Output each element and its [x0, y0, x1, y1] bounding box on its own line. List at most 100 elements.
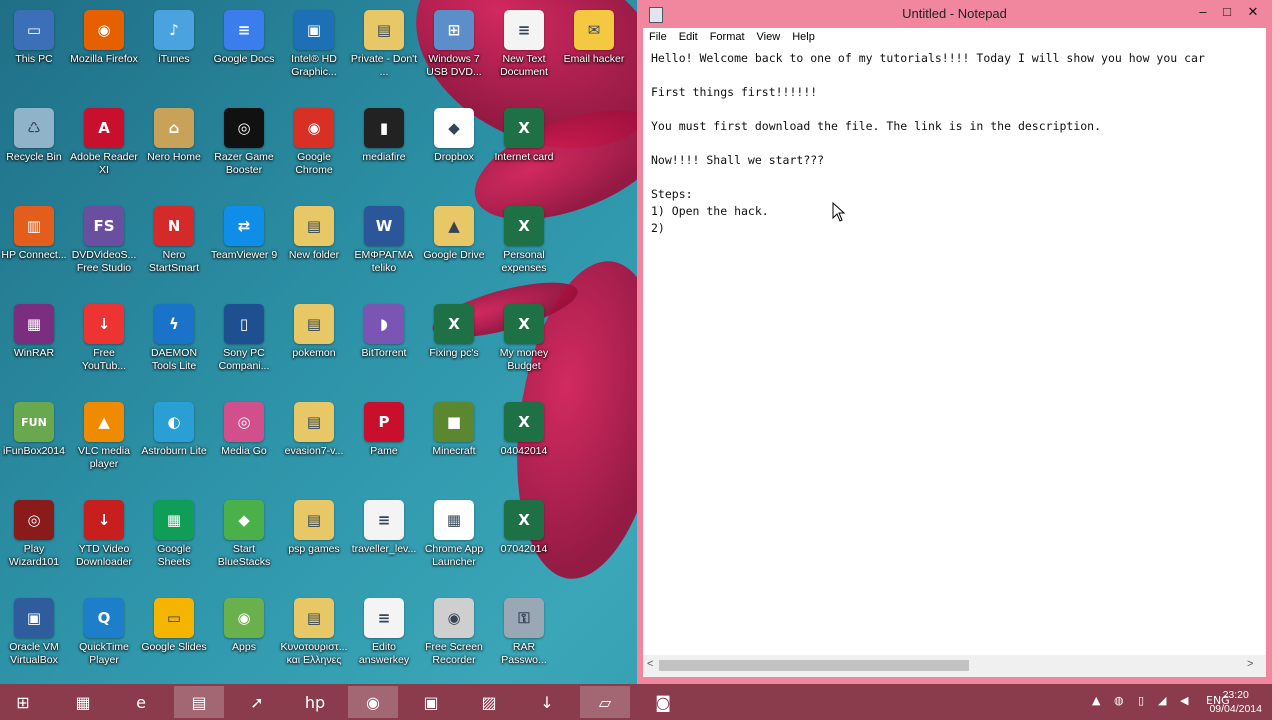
- text-editor-area[interactable]: Hello! Welcome back to one of my tutoria…: [643, 47, 1266, 655]
- desktop-icon[interactable]: ▤ evasion7-v...: [280, 398, 348, 490]
- desktop-icon[interactable]: ▤ psp games: [280, 496, 348, 588]
- tray-battery-icon[interactable]: ▯: [1138, 694, 1144, 707]
- desktop-icon[interactable]: ◉ Apps: [210, 594, 278, 684]
- taskbar-file-explorer[interactable]: ▤: [174, 686, 224, 718]
- intel-graphics-icon: ▣: [294, 10, 334, 50]
- desktop-icon[interactable]: W ΕΜΦΡΑΓΜΑ teliko: [350, 202, 418, 294]
- desktop-icon[interactable]: ▭ This PC: [0, 6, 68, 98]
- volume-icon[interactable]: ◀: [1180, 694, 1188, 707]
- clock-date: 09/04/2014: [1209, 703, 1262, 715]
- desktop-icon-label: Minecraft: [432, 445, 476, 457]
- desktop-icon[interactable]: FS DVDVideoS... Free Studio: [70, 202, 138, 294]
- desktop-icon[interactable]: X Personal expenses: [490, 202, 558, 294]
- desktop-icon-label: Media Go: [221, 445, 267, 457]
- desktop-icon[interactable]: ◆ Dropbox: [420, 104, 488, 196]
- desktop-icon[interactable]: ▮ mediafire: [350, 104, 418, 196]
- desktop-icon[interactable]: ⚿ RAR Passwo...: [490, 594, 558, 684]
- astroburn-icon: ◐: [154, 402, 194, 442]
- tray-overflow-icon[interactable]: ▲: [1092, 694, 1100, 707]
- desktop-icon[interactable]: ↓ YTD Video Downloader: [70, 496, 138, 588]
- desktop-icon[interactable]: ▤ New folder: [280, 202, 348, 294]
- desktop-icon[interactable]: Q QuickTime Player: [70, 594, 138, 684]
- desktop-icon[interactable]: ▣ Intel® HD Graphic...: [280, 6, 348, 98]
- mediafire-icon: ▮: [364, 108, 404, 148]
- desktop-icon[interactable]: ◎ Media Go: [210, 398, 278, 490]
- taskbar-chrome[interactable]: ◉: [348, 686, 398, 718]
- desktop-icon[interactable]: ■ Minecraft: [420, 398, 488, 490]
- desktop-icon[interactable]: ◎ Play Wizard101: [0, 496, 68, 588]
- close-button[interactable]: ✕: [1240, 2, 1266, 22]
- quicktime-icon: Q: [84, 598, 124, 638]
- desktop-icon[interactable]: ⌂ Nero Home: [140, 104, 208, 196]
- nero-icon: N: [154, 206, 194, 246]
- menu-edit[interactable]: Edit: [673, 28, 704, 43]
- desktop-icon[interactable]: ◗ BitTorrent: [350, 300, 418, 392]
- menu-view[interactable]: View: [751, 28, 787, 43]
- desktop-icon[interactable]: ◉ Google Chrome: [280, 104, 348, 196]
- desktop-icon[interactable]: ▤ pokemon: [280, 300, 348, 392]
- desktop-icon[interactable]: ≡ Edito answerkey: [350, 594, 418, 684]
- google-sheets-icon: ▦: [154, 500, 194, 540]
- menu-file[interactable]: File: [643, 28, 673, 43]
- desktop-icon[interactable]: ◉ Mozilla Firefox: [70, 6, 138, 98]
- desktop-icon[interactable]: ♺ Recycle Bin: [0, 104, 68, 196]
- scroll-left-arrow-icon[interactable]: <: [647, 658, 653, 670]
- clock[interactable]: 23:20 09/04/2014: [1209, 688, 1262, 716]
- desktop-icon[interactable]: ≡ New Text Document: [490, 6, 558, 98]
- desktop-icon-label: Apps: [232, 641, 256, 653]
- taskbar-remote[interactable]: ▣: [406, 686, 456, 718]
- taskbar-rocket[interactable]: ➚: [232, 686, 282, 718]
- desktop-icon[interactable]: ▣ Oracle VM VirtualBox: [0, 594, 68, 684]
- desktop-icon[interactable]: ▤ Κυνοτουριστ... και Ελληνες: [280, 594, 348, 684]
- start-button[interactable]: ⊞: [0, 686, 46, 718]
- taskbar-downloader[interactable]: ↓: [522, 686, 572, 718]
- taskbar-apps[interactable]: ▦: [58, 686, 108, 718]
- scroll-right-arrow-icon[interactable]: >: [1247, 658, 1253, 670]
- desktop-icon[interactable]: A Adobe Reader XI: [70, 104, 138, 196]
- desktop-icon[interactable]: ◆ Start BlueStacks: [210, 496, 278, 588]
- desktop-icon[interactable]: ⊞ Windows 7 USB DVD...: [420, 6, 488, 98]
- desktop-icon[interactable]: N Nero StartSmart: [140, 202, 208, 294]
- taskbar-photos[interactable]: ▨: [464, 686, 514, 718]
- taskbar-internet-explorer[interactable]: e: [116, 686, 166, 718]
- notepad-titlebar[interactable]: Untitled - Notepad – □ ✕: [637, 0, 1272, 28]
- desktop-icon[interactable]: ≡ Google Docs: [210, 6, 278, 98]
- desktop-icon[interactable]: ▲ Google Drive: [420, 202, 488, 294]
- desktop-icon[interactable]: ♪ iTunes: [140, 6, 208, 98]
- maximize-button[interactable]: □: [1214, 2, 1240, 22]
- desktop-icon[interactable]: X 04042014: [490, 398, 558, 490]
- wifi-icon[interactable]: ◢: [1158, 694, 1166, 707]
- desktop-icon[interactable]: ▦ Google Sheets: [140, 496, 208, 588]
- taskbar-hp[interactable]: hp: [290, 686, 340, 718]
- desktop-icon[interactable]: ◉ Free Screen Recorder: [420, 594, 488, 684]
- desktop-icon[interactable]: ◎ Razer Game Booster: [210, 104, 278, 196]
- taskbar-camera[interactable]: ◙: [638, 686, 688, 718]
- desktop-icon[interactable]: ✉ Email hacker: [560, 6, 628, 98]
- desktop-icon[interactable]: ≡ traveller_lev...: [350, 496, 418, 588]
- desktop-icon[interactable]: ▤ Private - Don't ...: [350, 6, 418, 98]
- desktop-icon[interactable]: FUN iFunBox2014: [0, 398, 68, 490]
- desktop-icon[interactable]: ↓ Free YouTub...: [70, 300, 138, 392]
- desktop-icon[interactable]: ▲ VLC media player: [70, 398, 138, 490]
- horizontal-scrollbar[interactable]: < >: [643, 655, 1266, 677]
- desktop-icon[interactable]: ϟ DAEMON Tools Lite: [140, 300, 208, 392]
- taskbar-notepad[interactable]: ▱: [580, 686, 630, 718]
- desktop-icon[interactable]: ▦ WinRAR: [0, 300, 68, 392]
- desktop-icon[interactable]: ◐ Astroburn Lite: [140, 398, 208, 490]
- desktop-icon[interactable]: ⇄ TeamViewer 9: [210, 202, 278, 294]
- minimize-button[interactable]: –: [1190, 2, 1216, 22]
- desktop-icon[interactable]: ▯ Sony PC Compani...: [210, 300, 278, 392]
- desktop-icon-label: Adobe Reader XI: [70, 151, 138, 176]
- menu-help[interactable]: Help: [786, 28, 821, 43]
- desktop-icon[interactable]: ▦ Chrome App Launcher: [420, 496, 488, 588]
- menu-format[interactable]: Format: [704, 28, 751, 43]
- desktop-icon[interactable]: ▭ Google Slides: [140, 594, 208, 684]
- desktop-icon[interactable]: X Internet card: [490, 104, 558, 196]
- desktop-icon[interactable]: X 07042014: [490, 496, 558, 588]
- tray-network-app-icon[interactable]: ◍: [1114, 694, 1124, 707]
- scrollbar-thumb[interactable]: [659, 660, 969, 671]
- desktop-icon[interactable]: ▥ HP Connect...: [0, 202, 68, 294]
- desktop-icon[interactable]: X Fixing pc's: [420, 300, 488, 392]
- desktop-icon[interactable]: X My money Budget: [490, 300, 558, 392]
- desktop-icon[interactable]: P Pame: [350, 398, 418, 490]
